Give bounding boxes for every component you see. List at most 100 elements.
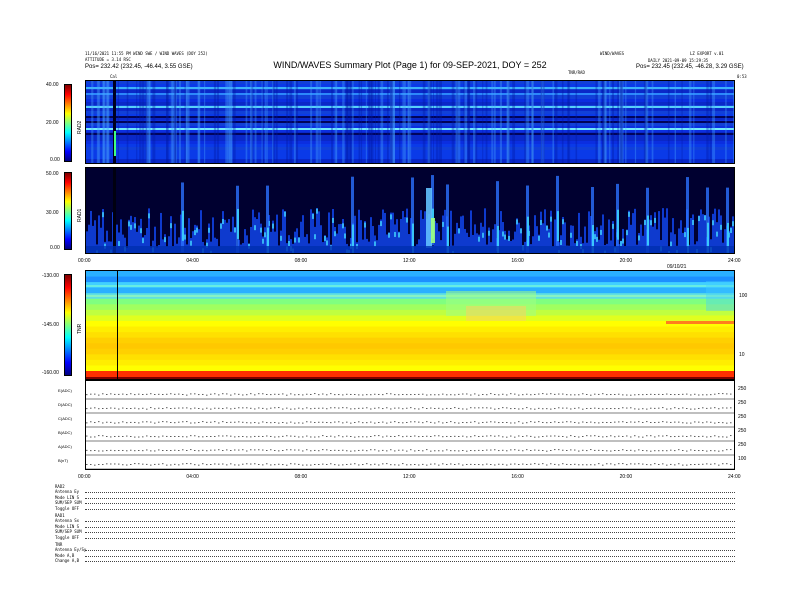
status-trace-point: [230, 450, 232, 451]
status-trace-point: [434, 435, 436, 437]
status-trace-point: [698, 436, 700, 438]
status-trace-point: [670, 436, 672, 438]
status-trace-point: [650, 464, 652, 466]
status-trace-point: [222, 450, 224, 451]
rad1-hot: [562, 219, 564, 225]
status-trace-point: [594, 449, 596, 451]
status-trace-point: [234, 407, 236, 409]
status-trace-point: [442, 436, 444, 438]
status-trace-point: [438, 421, 440, 423]
status-trace-point: [522, 450, 524, 452]
status-trace-point: [606, 463, 608, 465]
status-trace-point: [322, 393, 324, 395]
status-trace-point: [294, 449, 296, 451]
x-tick-label: 00:00: [78, 474, 91, 480]
status-trace-point: [466, 436, 468, 438]
status-trace-point: [126, 394, 128, 396]
status-trace-point: [638, 421, 640, 423]
status-trace-point: [378, 464, 380, 466]
status-trace-point: [582, 464, 584, 466]
status-trace-point: [662, 435, 664, 437]
status-trace-point: [466, 450, 468, 452]
status-trace-point: [434, 463, 436, 465]
status-trace-point: [198, 408, 200, 409]
status-trace-point: [726, 463, 728, 465]
status-trace-point: [222, 435, 224, 437]
status-trace-point: [270, 407, 272, 409]
status-trace-point: [462, 408, 464, 410]
rad1-hot: [612, 223, 614, 229]
status-trace-point: [538, 436, 540, 438]
status-trace-point: [254, 408, 256, 410]
status-trace-point: [726, 393, 728, 395]
status-trace-point: [134, 421, 136, 423]
status-trace-point: [578, 407, 580, 409]
status-trace-point: [198, 450, 200, 452]
rad1-hot: [398, 232, 400, 238]
status-trace-point: [362, 464, 364, 466]
status-trace-point: [342, 422, 344, 424]
rad1-hot: [388, 232, 390, 238]
corner-right-label: 0:53: [737, 74, 747, 79]
tnr-line: [86, 295, 734, 297]
status-trace-point: [94, 393, 96, 395]
rad1-hot: [324, 235, 326, 241]
status-trace-point: [586, 422, 588, 424]
status-trace-point: [94, 422, 96, 424]
status-trace-point: [330, 463, 332, 465]
status-trace-point: [186, 450, 188, 451]
status-trace-point: [230, 435, 232, 437]
status-trace-point: [250, 393, 252, 395]
status-trace-point: [526, 464, 528, 465]
status-trace-point: [630, 394, 632, 396]
status-trace-point: [598, 463, 600, 465]
status-trace-point: [178, 407, 180, 409]
status-trace-point: [350, 450, 352, 452]
status-trace-point: [286, 464, 288, 466]
status-trace-point: [338, 435, 340, 437]
status-trace-point: [690, 422, 692, 424]
status-trace-point: [458, 422, 460, 424]
status-trace-point: [282, 435, 284, 437]
status-trace-point: [150, 393, 152, 395]
status-trace-point: [402, 394, 404, 395]
header-right-line1: WIND/WAVES: [600, 51, 625, 56]
status-trace-point: [554, 408, 556, 410]
status-trace-point: [442, 393, 444, 395]
status-trace-point: [130, 464, 132, 465]
status-trace-point: [606, 422, 608, 423]
status-trace-point: [198, 394, 200, 396]
status-trace-point: [286, 449, 288, 451]
status-trace-point: [522, 436, 524, 437]
status-trace-point: [102, 464, 104, 466]
status-trace-point: [574, 407, 576, 409]
status-trace-point: [478, 464, 480, 466]
status-trace-point: [670, 394, 672, 395]
status-trace-point: [170, 450, 172, 452]
status-trace-point: [394, 450, 396, 452]
status-trace-point: [258, 464, 260, 465]
rad2-streak: [439, 81, 442, 163]
status-trace-point: [614, 421, 616, 423]
status-trace-point: [106, 394, 108, 395]
status-trace-point: [498, 408, 500, 410]
status-trace-point: [618, 421, 620, 423]
rad1-hot: [704, 215, 706, 221]
rad2-streak: [126, 81, 129, 163]
status-trace-point: [270, 394, 272, 396]
status-trace-point: [382, 394, 384, 396]
status-trace-point: [362, 407, 364, 409]
status-trace-point: [314, 407, 316, 409]
status-trace-point: [342, 464, 344, 466]
status-trace-point: [638, 394, 640, 396]
status-row-right-tick: 250: [738, 386, 747, 392]
rad1-hot: [698, 216, 700, 222]
status-trace-point: [214, 463, 216, 465]
status-trace-point: [666, 450, 668, 452]
status-trace-point: [342, 394, 344, 396]
rad1-hot: [148, 213, 150, 219]
tnr-colorbar: [64, 274, 72, 376]
status-trace-point: [338, 394, 340, 396]
status-trace-point: [718, 422, 720, 423]
status-trace-point: [422, 436, 424, 437]
